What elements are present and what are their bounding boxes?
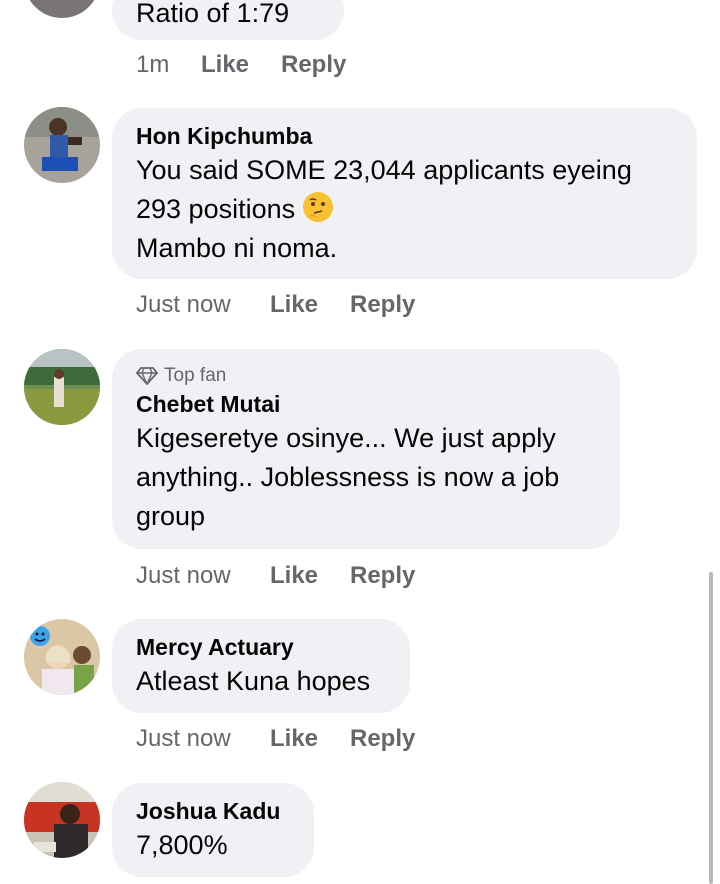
comment-author[interactable]: Chebet Mutai [136,389,596,419]
comment-bubble: Joshua Kadu 7,800% [112,783,314,877]
avatar-image [24,107,100,183]
avatar-image [24,782,100,858]
like-button[interactable]: Like [270,291,350,319]
comment-time[interactable]: 1m [136,51,201,79]
comment-text-line: Atleast Kuna hopes [136,666,371,696]
reply-button[interactable]: Reply [350,291,415,319]
comment-time[interactable]: Just now [136,562,270,590]
like-button[interactable]: Like [201,51,281,79]
comment-time[interactable]: Just now [136,725,270,753]
top-fan-label: Top fan [164,365,227,386]
avatar-image [24,349,100,425]
comment-text-line: 293 positions [136,190,673,229]
avatar[interactable] [24,0,100,18]
reply-button[interactable]: Reply [350,562,415,590]
comment-text-line: group [136,501,206,531]
comment-actions: Just now Like Reply [136,725,415,753]
comment-bubble: Ratio of 1:79 [112,0,344,40]
like-button[interactable]: Like [270,725,350,753]
reply-button[interactable]: Reply [281,51,346,79]
like-button[interactable]: Like [270,562,350,590]
thinking-face-emoji-icon [302,192,333,222]
comment-text-line: Kigeseretye osinye... We just apply [136,423,556,453]
avatar[interactable] [24,782,100,858]
scrollbar[interactable] [709,572,713,884]
comment-author[interactable]: Hon Kipchumba [136,121,673,151]
comment-bubble: Top fan Chebet Mutai Kigeseretye osinye.… [112,349,620,549]
comment-actions: 1m Like Reply [136,51,346,79]
avatar[interactable] [24,349,100,425]
comment-text-line: You said SOME 23,044 applicants eyeing [136,155,632,185]
comment-author[interactable]: Joshua Kadu [136,796,290,826]
comment-time[interactable]: Just now [136,291,270,319]
avatar-image [24,619,100,695]
comment-actions: Just now Like Reply [136,562,415,590]
comment-actions: Just now Like Reply [136,291,415,319]
comment-text-line: anything.. Joblessness is now a job [136,462,560,492]
comment-author[interactable]: Mercy Actuary [136,632,386,662]
comment-text: Ratio of 1:79 [136,0,290,28]
avatar[interactable] [24,107,100,183]
diamond-icon [136,367,158,385]
comment-bubble: Hon Kipchumba You said SOME 23,044 appli… [112,108,697,279]
comment-bubble: Mercy Actuary Atleast Kuna hopes [112,619,410,713]
avatar[interactable] [24,619,100,695]
comment-text-line: Mambo ni noma. [136,233,338,263]
comment-text-fragment: 293 positions [136,194,296,224]
reply-button[interactable]: Reply [350,725,415,753]
comment-text-line: 7,800% [136,830,228,860]
top-fan-badge: Top fan [136,363,596,389]
